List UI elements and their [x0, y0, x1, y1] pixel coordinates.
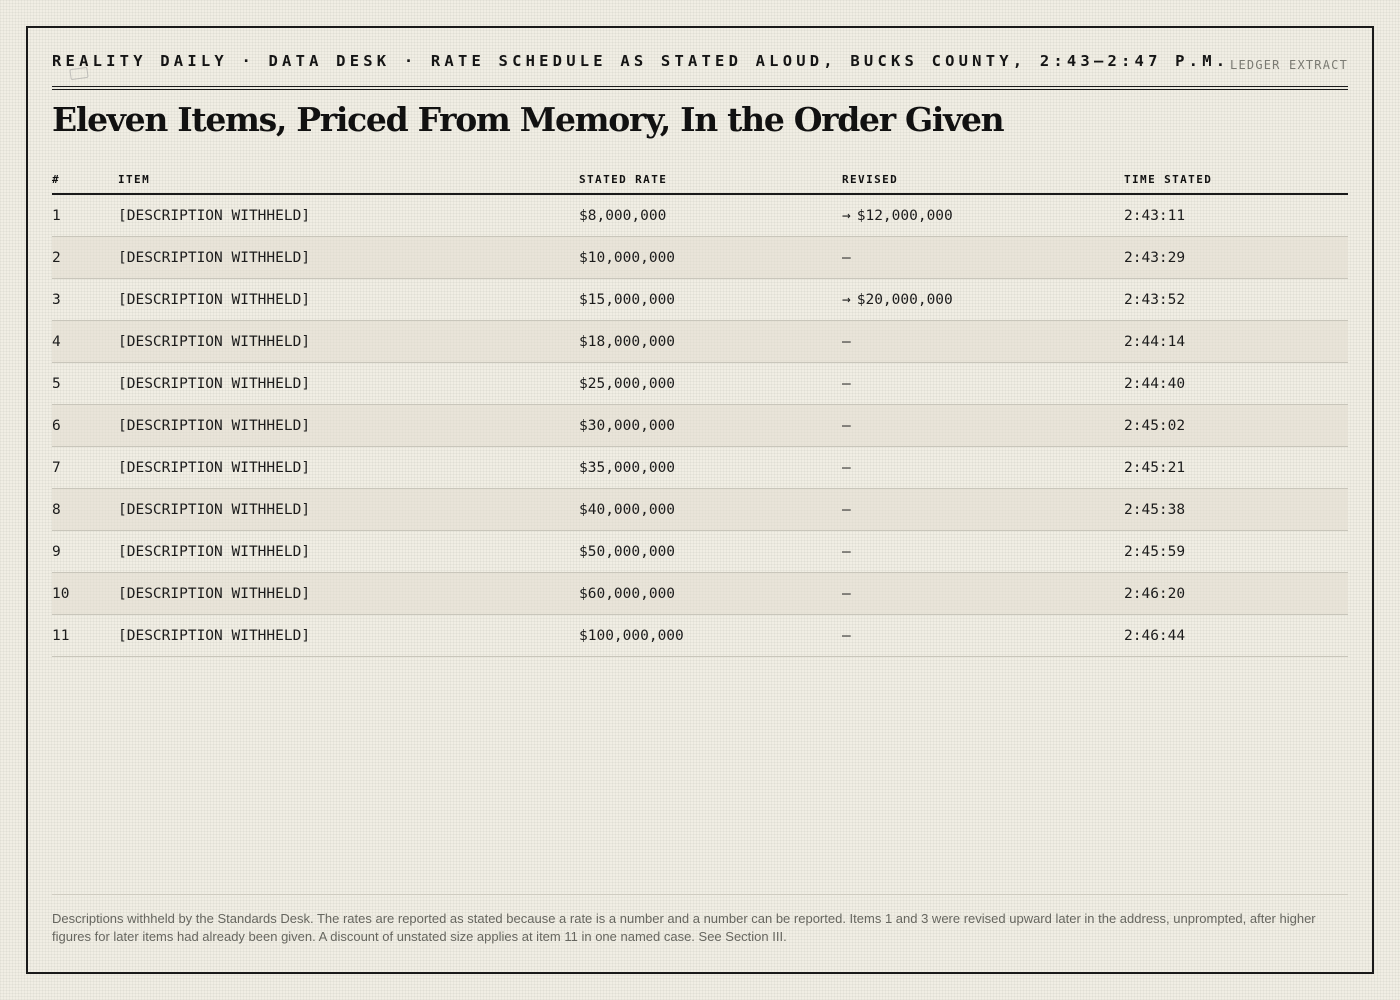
row-time-stated: 2:43:52: [1124, 278, 1348, 321]
page-headline: Eleven Items, Priced From Memory, In the…: [52, 100, 1005, 139]
row-time-stated: 2:45:02: [1124, 404, 1348, 447]
table-row: 10 [DESCRIPTION WITHHELD] $60,000,000 — …: [52, 572, 1348, 615]
table-row: 9 [DESCRIPTION WITHHELD] $50,000,000 — 2…: [52, 530, 1348, 573]
footer-rule: [52, 894, 1348, 895]
row-item: [DESCRIPTION WITHHELD]: [118, 320, 579, 363]
column-header-time-stated: TIME STATED: [1124, 166, 1348, 195]
table-row: 7 [DESCRIPTION WITHHELD] $35,000,000 — 2…: [52, 446, 1348, 489]
row-item: [DESCRIPTION WITHHELD]: [118, 488, 579, 531]
row-number: 3: [52, 278, 118, 321]
table-row: 6 [DESCRIPTION WITHHELD] $30,000,000 — 2…: [52, 404, 1348, 447]
row-number: 4: [52, 320, 118, 363]
row-time-stated: 2:44:40: [1124, 362, 1348, 405]
row-item: [DESCRIPTION WITHHELD]: [118, 572, 579, 615]
row-item: [DESCRIPTION WITHHELD]: [118, 614, 579, 657]
row-number: 11: [52, 614, 118, 657]
row-time-stated: 2:46:44: [1124, 614, 1348, 657]
masthead-double-rule: [52, 86, 1348, 90]
row-time-stated: 2:43:29: [1124, 236, 1348, 279]
row-time-stated: 2:45:59: [1124, 530, 1348, 573]
row-number: 2: [52, 236, 118, 279]
row-number: 5: [52, 362, 118, 405]
column-header-revised: REVISED: [842, 166, 1124, 195]
row-revised: —: [842, 362, 1124, 405]
rate-schedule-table: # ITEM STATED RATE REVISED TIME STATED 1…: [52, 166, 1348, 657]
row-stated-rate: $8,000,000: [579, 194, 842, 237]
row-stated-rate: $15,000,000: [579, 278, 842, 321]
row-stated-rate: $100,000,000: [579, 614, 842, 657]
row-number: 8: [52, 488, 118, 531]
row-time-stated: 2:43:11: [1124, 194, 1348, 237]
revised-value: $20,000,000: [856, 291, 953, 308]
column-header-item: ITEM: [118, 166, 579, 195]
kicker-line: REALITY DAILY · DATA DESK · RATE SCHEDUL…: [52, 52, 1230, 70]
row-stated-rate: $25,000,000: [579, 362, 842, 405]
footnote: Descriptions withheld by the Standards D…: [52, 911, 1316, 944]
row-item: [DESCRIPTION WITHHELD]: [118, 278, 579, 321]
table-row: 5 [DESCRIPTION WITHHELD] $25,000,000 — 2…: [52, 362, 1348, 405]
table-row: 1 [DESCRIPTION WITHHELD] $8,000,000 → $12…: [52, 194, 1348, 237]
row-item: [DESCRIPTION WITHHELD]: [118, 362, 579, 405]
row-revised: —: [842, 446, 1124, 489]
row-stated-rate: $60,000,000: [579, 572, 842, 615]
table-row: 4 [DESCRIPTION WITHHELD] $18,000,000 — 2…: [52, 320, 1348, 363]
row-revised: → $12,000,000: [842, 194, 1124, 237]
row-time-stated: 2:46:20: [1124, 572, 1348, 615]
row-number: 7: [52, 446, 118, 489]
row-stated-rate: $30,000,000: [579, 404, 842, 447]
page-frame: REALITY DAILY · DATA DESK · RATE SCHEDUL…: [26, 26, 1374, 974]
page-content: REALITY DAILY · DATA DESK · RATE SCHEDUL…: [52, 28, 1348, 972]
row-item: [DESCRIPTION WITHHELD]: [118, 530, 579, 573]
column-header-stated-rate: STATED RATE: [579, 166, 842, 195]
row-stated-rate: $50,000,000: [579, 530, 842, 573]
row-time-stated: 2:44:14: [1124, 320, 1348, 363]
row-revised: —: [842, 530, 1124, 573]
row-item: [DESCRIPTION WITHHELD]: [118, 236, 579, 279]
ledger-extract-label: LEDGER EXTRACT: [1230, 58, 1348, 72]
masthead: REALITY DAILY · DATA DESK · RATE SCHEDUL…: [52, 52, 1348, 84]
row-number: 1: [52, 194, 118, 237]
cursor-mark-icon: [69, 66, 89, 81]
row-revised: —: [842, 236, 1124, 279]
revised-arrow-icon: →: [842, 291, 851, 308]
table-header-row: # ITEM STATED RATE REVISED TIME STATED: [52, 166, 1348, 195]
row-stated-rate: $40,000,000: [579, 488, 842, 531]
row-revised: —: [842, 320, 1124, 363]
revised-value: $12,000,000: [856, 207, 953, 224]
row-item: [DESCRIPTION WITHHELD]: [118, 194, 579, 237]
table-row: 11 [DESCRIPTION WITHHELD] $100,000,000 —…: [52, 614, 1348, 657]
column-header-number: #: [52, 166, 118, 195]
row-number: 6: [52, 404, 118, 447]
row-stated-rate: $10,000,000: [579, 236, 842, 279]
row-revised: → $20,000,000: [842, 278, 1124, 321]
row-stated-rate: $18,000,000: [579, 320, 842, 363]
table-row: 3 [DESCRIPTION WITHHELD] $15,000,000 → $2…: [52, 278, 1348, 321]
row-revised: —: [842, 572, 1124, 615]
revised-arrow-icon: →: [842, 207, 851, 224]
row-item: [DESCRIPTION WITHHELD]: [118, 446, 579, 489]
row-time-stated: 2:45:38: [1124, 488, 1348, 531]
row-number: 9: [52, 530, 118, 573]
row-revised: —: [842, 488, 1124, 531]
table-row: 8 [DESCRIPTION WITHHELD] $40,000,000 — 2…: [52, 488, 1348, 531]
row-revised: —: [842, 614, 1124, 657]
row-item: [DESCRIPTION WITHHELD]: [118, 404, 579, 447]
row-number: 10: [52, 572, 118, 615]
table-row: 2 [DESCRIPTION WITHHELD] $10,000,000 — 2…: [52, 236, 1348, 279]
row-stated-rate: $35,000,000: [579, 446, 842, 489]
row-time-stated: 2:45:21: [1124, 446, 1348, 489]
row-revised: —: [842, 404, 1124, 447]
